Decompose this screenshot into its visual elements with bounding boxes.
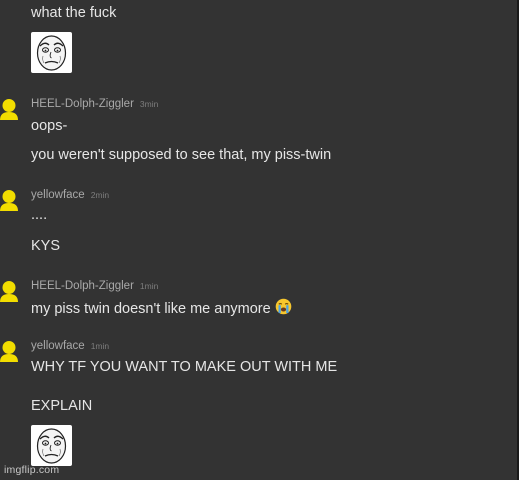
message-username[interactable]: yellowface 2min xyxy=(31,188,109,202)
message-timestamp: 1min xyxy=(90,341,110,351)
username-text[interactable]: yellowface xyxy=(31,340,85,352)
person-avatar-icon[interactable] xyxy=(0,340,20,364)
okay-guy-meme-face-icon xyxy=(31,32,72,73)
username-text[interactable]: HEEL-Dolph-Ziggler xyxy=(31,98,134,110)
message-timestamp: 1min xyxy=(139,281,159,291)
okay-guy-meme-face-icon xyxy=(31,425,72,466)
message-username[interactable]: HEEL-Dolph-Ziggler 1min xyxy=(31,279,158,293)
message-text: KYS xyxy=(31,238,61,254)
message-text-content: my piss twin doesn't like me anymore xyxy=(31,301,271,317)
imgflip-watermark: imgflip.com xyxy=(4,464,60,476)
message-text: you weren't supposed to see that, my pis… xyxy=(31,147,332,163)
username-text[interactable]: HEEL-Dolph-Ziggler xyxy=(31,280,134,292)
message-text: what the fuck xyxy=(31,5,117,21)
message-text: .... xyxy=(31,207,48,223)
message-username[interactable]: yellowface 1min xyxy=(31,339,109,353)
person-avatar-icon[interactable] xyxy=(0,280,20,304)
person-avatar-icon[interactable] xyxy=(0,189,20,213)
message-text: WHY TF YOU WANT TO MAKE OUT WITH ME xyxy=(31,359,338,375)
person-avatar-icon[interactable] xyxy=(0,98,20,122)
message-text: oops- xyxy=(31,118,68,134)
message-text: EXPLAIN xyxy=(31,398,93,414)
message-username[interactable]: HEEL-Dolph-Ziggler 3min xyxy=(31,97,158,111)
chat-screen: what the fuck HEEL-Dolph-Ziggler 3min oop… xyxy=(0,0,517,480)
message-timestamp: 2min xyxy=(90,190,110,200)
loudly-crying-face-icon xyxy=(275,298,292,320)
username-text[interactable]: yellowface xyxy=(31,189,85,201)
message-text: my piss twin doesn't like me anymore xyxy=(31,298,292,320)
message-timestamp: 3min xyxy=(139,99,159,109)
